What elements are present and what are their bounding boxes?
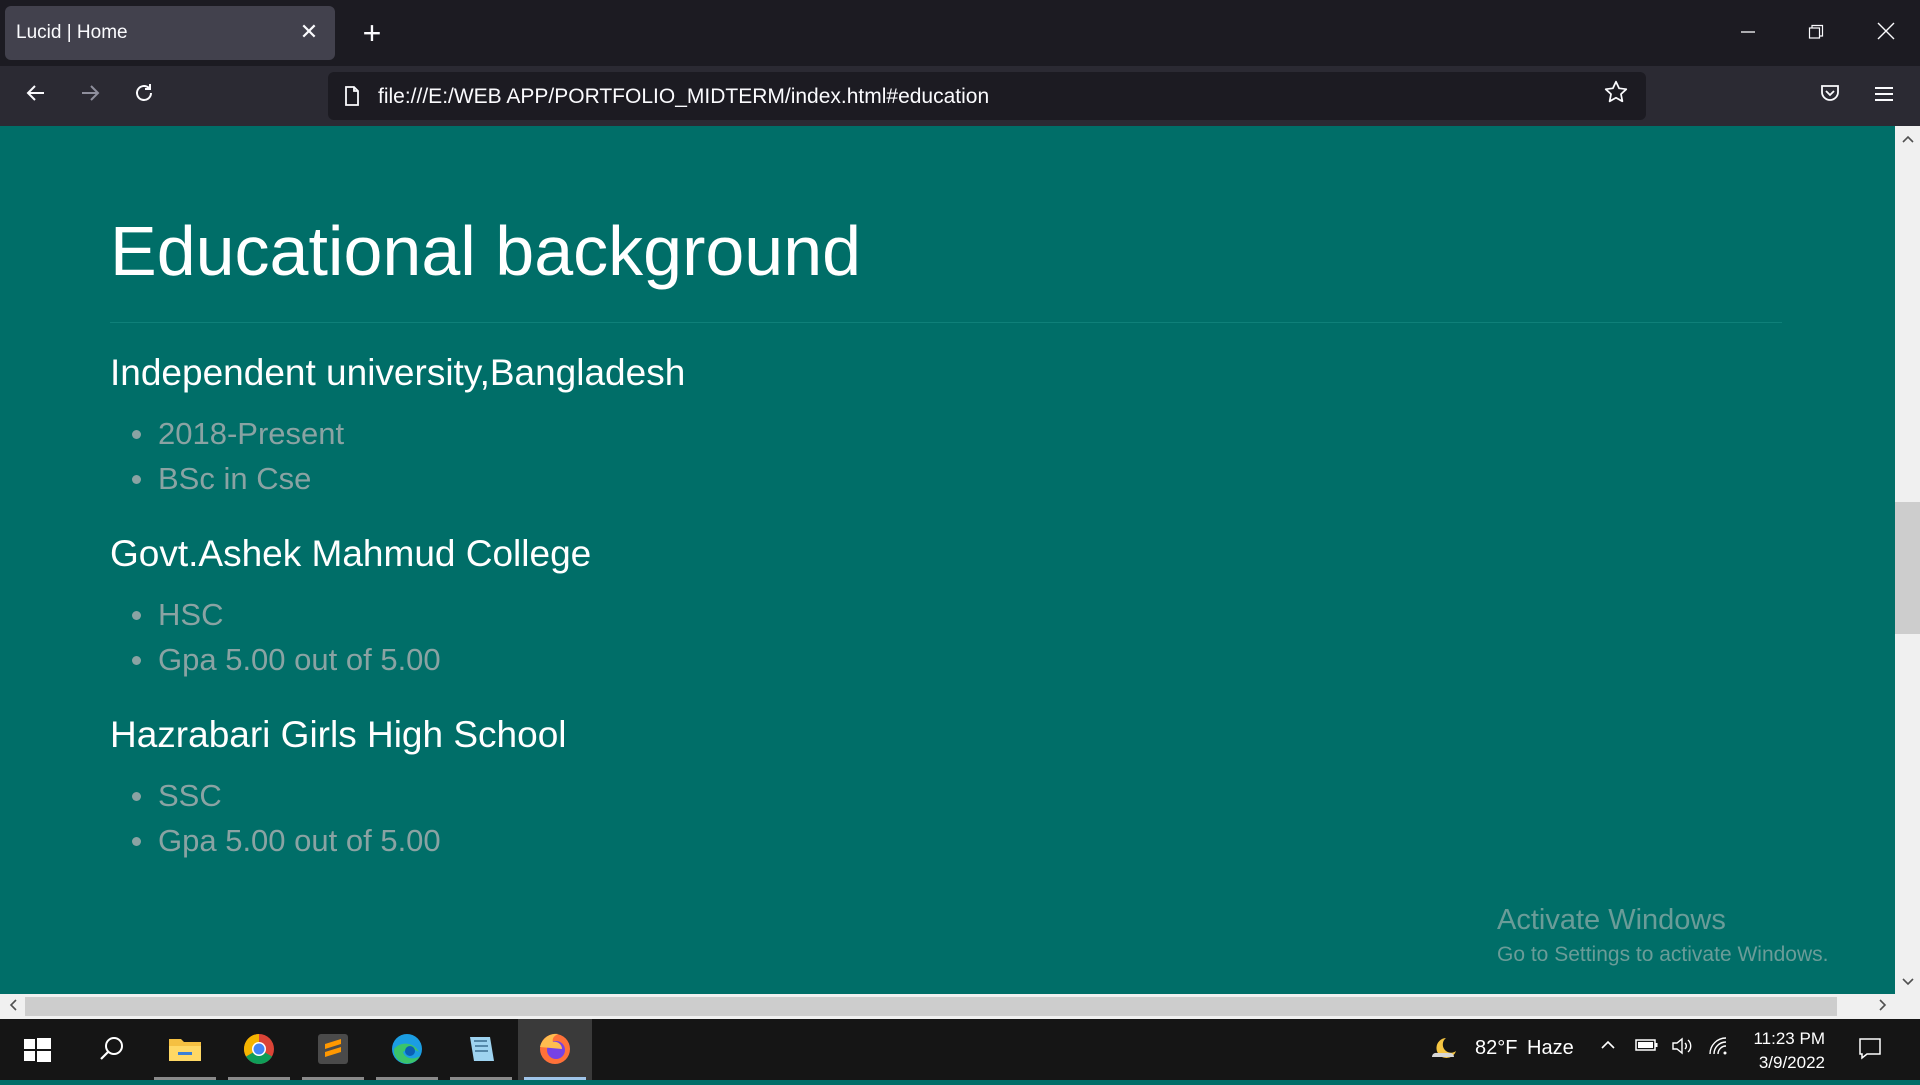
vertical-scroll-thumb[interactable] — [1895, 502, 1920, 634]
search-icon[interactable] — [74, 1019, 148, 1080]
volume-icon[interactable] — [1670, 1035, 1696, 1063]
page-heading: Educational background — [110, 212, 862, 290]
new-tab-icon[interactable]: + — [352, 14, 392, 54]
clock-time: 11:23 PM — [1753, 1029, 1825, 1048]
close-window-icon[interactable] — [1858, 10, 1914, 56]
reload-icon[interactable] — [124, 76, 164, 116]
school-details-list: HSC Gpa 5.00 out of 5.00 — [110, 592, 441, 682]
list-item: 2018-Present — [110, 411, 344, 456]
weather-temperature[interactable]: 82°F — [1475, 1037, 1517, 1060]
weather-description[interactable]: Haze — [1527, 1037, 1574, 1060]
close-tab-icon[interactable]: ✕ — [295, 18, 323, 46]
activate-windows-watermark: Activate Windows Go to Settings to activ… — [1497, 904, 1829, 967]
restore-icon[interactable] — [1788, 10, 1844, 56]
school-name: Hazrabari Girls High School — [110, 714, 567, 755]
weather-icon[interactable] — [1428, 1035, 1460, 1069]
battery-icon[interactable] — [1634, 1035, 1660, 1061]
back-icon[interactable] — [16, 76, 56, 116]
firefox-icon[interactable] — [518, 1019, 592, 1080]
scroll-right-icon[interactable] — [1870, 994, 1895, 1019]
tab-title: Lucid | Home — [16, 22, 128, 43]
scroll-up-icon[interactable] — [1895, 126, 1920, 151]
chrome-icon[interactable] — [222, 1019, 296, 1080]
edge-icon[interactable] — [370, 1019, 444, 1080]
scroll-left-icon[interactable] — [0, 994, 25, 1019]
page-icon — [340, 84, 364, 108]
browser-tab[interactable]: Lucid | Home ✕ — [5, 6, 335, 60]
notifications-icon[interactable] — [1857, 1035, 1883, 1067]
school-details-list: 2018-Present BSc in Cse — [110, 411, 344, 501]
notepad-icon[interactable] — [444, 1019, 518, 1080]
clock-date: 3/9/2022 — [1758, 1053, 1825, 1072]
start-icon[interactable] — [0, 1019, 74, 1080]
file-explorer-icon[interactable] — [148, 1019, 222, 1080]
pocket-icon[interactable] — [1810, 76, 1850, 116]
list-item: HSC — [110, 592, 441, 637]
school-name: Govt.Ashek Mahmud College — [110, 533, 592, 574]
bookmark-star-icon[interactable] — [1596, 76, 1636, 116]
vertical-scrollbar[interactable] — [1895, 126, 1920, 994]
browser-tab-bar: Lucid | Home ✕ + — [0, 0, 1920, 66]
scroll-down-icon[interactable] — [1895, 969, 1920, 994]
sublime-text-icon[interactable] — [296, 1019, 370, 1080]
horizontal-scroll-thumb[interactable] — [25, 997, 1837, 1016]
menu-icon[interactable] — [1864, 76, 1904, 116]
navigation-toolbar: file:///E:/WEB APP/PORTFOLIO_MIDTERM/ind… — [0, 66, 1920, 126]
scrollbar-corner — [1895, 994, 1920, 1019]
url-text[interactable]: file:///E:/WEB APP/PORTFOLIO_MIDTERM/ind… — [378, 85, 989, 109]
list-item: Gpa 5.00 out of 5.00 — [110, 818, 441, 863]
windows-taskbar: 82°F Haze 11:23 PM 3/9/2022 — [0, 1019, 1920, 1080]
list-item: Gpa 5.00 out of 5.00 — [110, 637, 441, 682]
show-hidden-icons-icon[interactable] — [1598, 1035, 1618, 1061]
heading-divider — [110, 322, 1782, 323]
forward-icon[interactable] — [70, 76, 110, 116]
school-name: Independent university,Bangladesh — [110, 352, 686, 393]
list-item: BSc in Cse — [110, 456, 344, 501]
address-bar[interactable]: file:///E:/WEB APP/PORTFOLIO_MIDTERM/ind… — [328, 72, 1646, 120]
horizontal-scrollbar[interactable] — [0, 994, 1895, 1019]
wifi-icon[interactable] — [1707, 1035, 1731, 1063]
page-content: Educational background Independent unive… — [0, 126, 1895, 994]
watermark-subtitle: Go to Settings to activate Windows. — [1497, 943, 1829, 966]
system-clock[interactable]: 11:23 PM 3/9/2022 — [1745, 1027, 1825, 1075]
school-details-list: SSC Gpa 5.00 out of 5.00 — [110, 773, 441, 863]
watermark-title: Activate Windows — [1497, 904, 1726, 936]
minimize-icon[interactable] — [1720, 10, 1776, 56]
list-item: SSC — [110, 773, 441, 818]
